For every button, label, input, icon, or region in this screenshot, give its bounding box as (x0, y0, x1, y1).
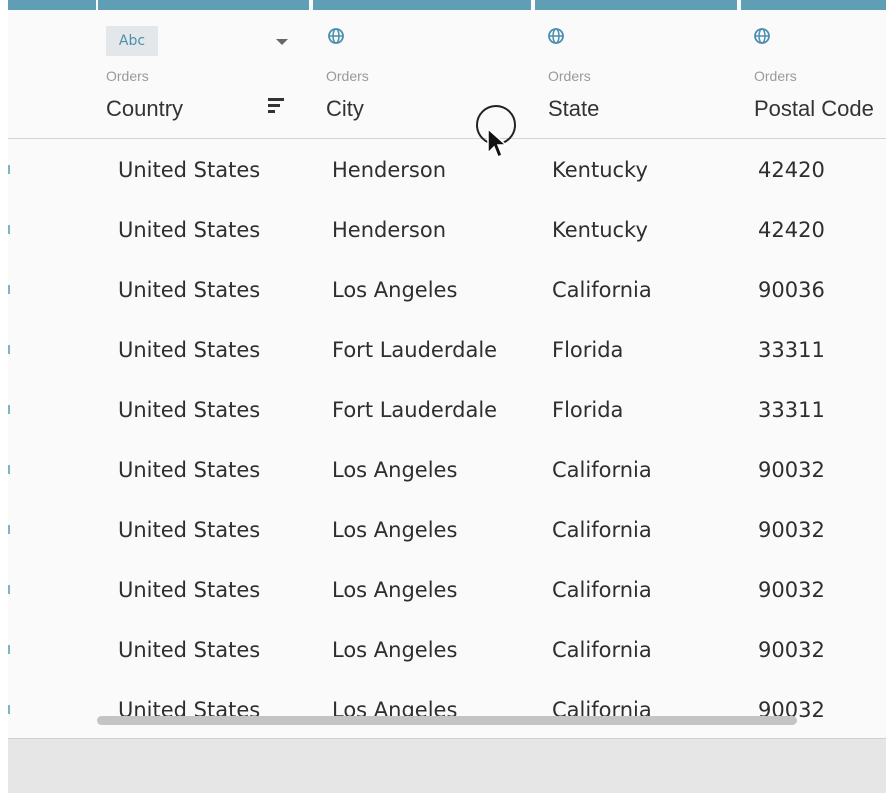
table-cell[interactable]: United States (118, 320, 260, 380)
column-source-label: Orders (548, 68, 591, 84)
data-grid-frame: Abc Orders Country Orders City Orders St… (0, 0, 886, 793)
table-cell[interactable]: California (552, 620, 652, 680)
globe-icon[interactable] (546, 27, 568, 45)
column-header-country[interactable]: Abc Orders Country (106, 10, 306, 138)
table-cell[interactable]: Fort Lauderdale (332, 380, 497, 440)
table-cell[interactable]: United States (118, 440, 260, 500)
globe-icon[interactable] (752, 27, 774, 45)
table-cell[interactable]: United States (118, 680, 260, 738)
row-marker (8, 585, 10, 594)
table-cell[interactable]: 90036 (758, 260, 825, 320)
table-cell[interactable]: United States (118, 380, 260, 440)
table-cell[interactable]: California (552, 260, 652, 320)
column-field-name[interactable]: State (548, 96, 599, 122)
table-row[interactable]: United States Los Angeles California 90032 (8, 440, 886, 500)
table-cell[interactable]: 42420 (758, 200, 825, 260)
table-cell[interactable]: California (552, 680, 652, 738)
table-row[interactable]: United States Los Angeles California 90036 (8, 260, 886, 320)
column-field-name[interactable]: Postal Code (754, 96, 874, 122)
row-marker (8, 345, 10, 354)
table-cell[interactable]: 42420 (758, 140, 825, 200)
table-cell[interactable]: Los Angeles (332, 260, 457, 320)
column-color-bar-postal-code (741, 0, 886, 10)
column-color-bar (8, 0, 96, 10)
table-cell[interactable]: Los Angeles (332, 560, 457, 620)
data-grid: Abc Orders Country Orders City Orders St… (8, 0, 886, 738)
table-row[interactable]: United States Henderson Kentucky 42420 (8, 200, 886, 260)
column-header-postal-code[interactable]: Orders Postal Code (748, 10, 886, 138)
table-cell[interactable]: 33311 (758, 320, 825, 380)
table-cell[interactable]: 90032 (758, 440, 825, 500)
table-cell[interactable]: Los Angeles (332, 620, 457, 680)
table-cell[interactable]: 90032 (758, 500, 825, 560)
table-row[interactable]: United States Los Angeles California 90032 (8, 620, 886, 680)
table-cell[interactable]: 90032 (758, 560, 825, 620)
table-cell[interactable]: California (552, 440, 652, 500)
row-marker (8, 165, 10, 174)
table-cell[interactable]: Kentucky (552, 140, 648, 200)
table-cell[interactable]: United States (118, 500, 260, 560)
table-cell[interactable]: Kentucky (552, 200, 648, 260)
table-cell[interactable]: 90032 (758, 680, 825, 738)
table-cell[interactable]: United States (118, 200, 260, 260)
table-cell[interactable]: United States (118, 620, 260, 680)
table-cell[interactable]: United States (118, 140, 260, 200)
row-marker (8, 405, 10, 414)
column-source-label: Orders (106, 68, 149, 84)
table-cell[interactable]: California (552, 560, 652, 620)
column-header-row: Abc Orders Country Orders City Orders St… (8, 10, 886, 139)
table-cell[interactable]: United States (118, 260, 260, 320)
column-header-state[interactable]: Orders State (542, 10, 737, 138)
table-row[interactable]: United States Fort Lauderdale Florida 33311 (8, 320, 886, 380)
table-cell[interactable]: Los Angeles (332, 440, 457, 500)
mouse-cursor-icon (476, 105, 516, 159)
row-marker (8, 225, 10, 234)
table-cell[interactable]: Los Angeles (332, 500, 457, 560)
horizontal-scrollbar[interactable] (97, 716, 797, 725)
globe-icon[interactable] (326, 27, 348, 45)
row-marker (8, 645, 10, 654)
column-source-label: Orders (754, 68, 797, 84)
table-cell[interactable]: Henderson (332, 200, 446, 260)
table-cell[interactable]: California (552, 500, 652, 560)
table-row[interactable]: United States Los Angeles California 90032 (8, 500, 886, 560)
column-color-bar-city (313, 0, 531, 10)
column-color-bar-state (535, 0, 737, 10)
table-row[interactable]: United States Los Angeles California 90032 (8, 560, 886, 620)
table-cell[interactable]: Los Angeles (332, 680, 457, 738)
row-marker (8, 465, 10, 474)
table-cell[interactable]: Fort Lauderdale (332, 320, 497, 380)
column-source-label: Orders (326, 68, 369, 84)
sort-descending-icon[interactable] (268, 98, 288, 118)
table-row[interactable]: United States Los Angeles California 90032 (8, 680, 886, 738)
chevron-down-icon[interactable] (276, 39, 288, 45)
table-row[interactable]: United States Fort Lauderdale Florida 33311 (8, 380, 886, 440)
table-cell[interactable]: 33311 (758, 380, 825, 440)
table-row[interactable]: United States Henderson Kentucky 42420 (8, 140, 886, 200)
row-marker (8, 705, 10, 714)
row-marker (8, 285, 10, 294)
table-cell[interactable]: Florida (552, 380, 623, 440)
table-cell[interactable]: 90032 (758, 620, 825, 680)
table-cell[interactable]: Henderson (332, 140, 446, 200)
column-color-bar-country (98, 0, 309, 10)
table-cell[interactable]: United States (118, 560, 260, 620)
column-field-name[interactable]: Country (106, 96, 183, 122)
status-footer (8, 738, 886, 793)
table-cell[interactable]: Florida (552, 320, 623, 380)
row-marker (8, 525, 10, 534)
column-field-name[interactable]: City (326, 96, 364, 122)
string-type-badge[interactable]: Abc (106, 26, 158, 56)
